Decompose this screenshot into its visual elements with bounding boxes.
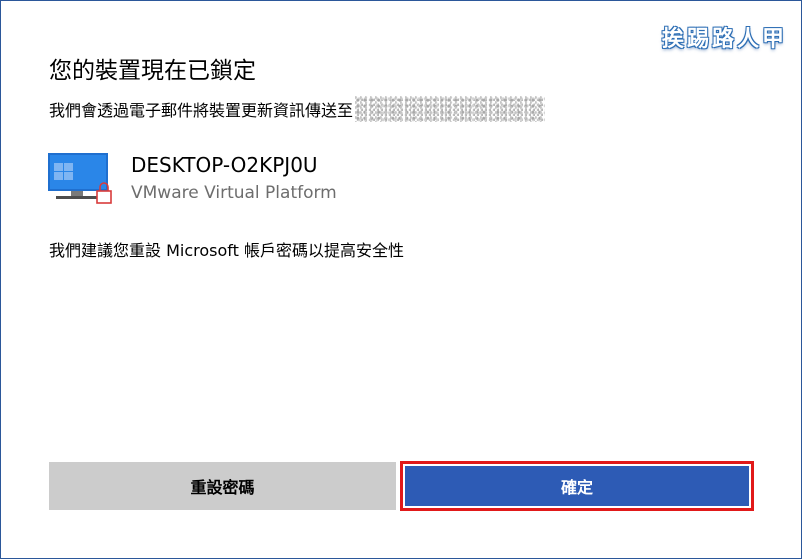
device-platform: VMware Virtual Platform (131, 183, 337, 203)
ok-button[interactable]: 確定 (400, 461, 754, 511)
reset-password-button[interactable]: 重設密碼 (49, 462, 396, 510)
email-info-line: 我們會透過電子郵件將裝置更新資訊傳送至 (49, 96, 546, 122)
device-info: DESKTOP-O2KPJ0U VMware Virtual Platform (47, 149, 337, 205)
watermark-text: 挨踢路人甲 (661, 26, 787, 52)
redacted-email (355, 96, 546, 122)
device-name: DESKTOP-O2KPJ0U (131, 153, 318, 177)
locked-computer-icon (47, 149, 113, 205)
locked-device-dialog: 挨踢路人甲 您的裝置現在已鎖定 我們會透過電子郵件將裝置更新資訊傳送至 DESK… (0, 0, 802, 559)
security-recommendation: 我們建議您重設 Microsoft 帳戶密碼以提高安全性 (49, 241, 404, 260)
device-text-block: DESKTOP-O2KPJ0U VMware Virtual Platform (131, 153, 337, 203)
dialog-title: 您的裝置現在已鎖定 (49, 58, 256, 84)
email-info-text: 我們會透過電子郵件將裝置更新資訊傳送至 (49, 101, 354, 120)
